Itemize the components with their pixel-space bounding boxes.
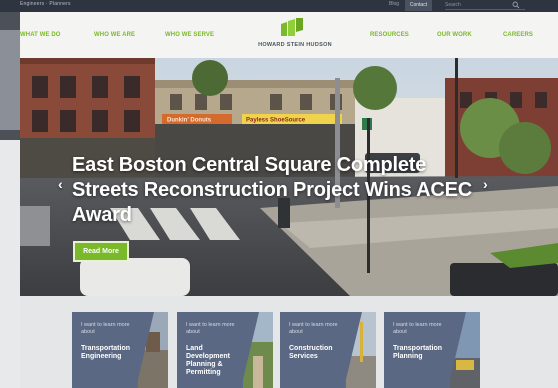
nav-careers[interactable]: CAREERS xyxy=(503,32,533,38)
nav-our-work[interactable]: OUR WORK xyxy=(437,32,472,38)
storefront-sign-dunkin: Dunkin' Donuts xyxy=(167,118,212,124)
service-card-construction-services[interactable]: I want to learn more about Construction … xyxy=(280,312,376,388)
service-card-transportation-planning[interactable]: I want to learn more about Transportatio… xyxy=(384,312,480,388)
nav-who-we-serve[interactable]: WHO WE SERVE xyxy=(165,32,214,38)
hero-carousel: Dunkin' Donuts Payless ShoeSource ‹ › Ea… xyxy=(20,58,558,296)
utility-bar: Engineers · Planners Blog Contact Search xyxy=(0,0,558,12)
tagline: Engineers · Planners xyxy=(20,1,71,7)
service-card-title: Land Development Planning & Permitting xyxy=(186,345,230,376)
blog-link[interactable]: Blog xyxy=(389,1,399,7)
search-icon[interactable] xyxy=(512,1,520,9)
service-card-pre: I want to learn more about xyxy=(81,322,130,335)
nav-who-we-are[interactable]: WHO WE ARE xyxy=(94,32,135,38)
service-card-title: Construction Services xyxy=(289,345,333,360)
page: Engineers · Planners Blog Contact Search… xyxy=(0,0,558,388)
service-card-pre: I want to learn more about xyxy=(289,322,338,335)
logo-text: HOWARD STEIN HUDSON xyxy=(258,42,332,48)
service-card-pre: I want to learn more about xyxy=(393,322,442,335)
services-band: I want to learn more about Transportatio… xyxy=(20,296,558,388)
hero-headline: East Boston Central Square Complete Stre… xyxy=(72,154,473,226)
service-card-transportation-engineering[interactable]: I want to learn more about Transportatio… xyxy=(72,312,168,388)
carousel-prev-arrow[interactable]: ‹ xyxy=(58,176,63,192)
company-logo[interactable]: HOWARD STEIN HUDSON xyxy=(245,18,345,54)
contact-button[interactable]: Contact xyxy=(405,0,432,11)
main-nav: WHAT WE DO WHO WE ARE WHO WE SERVE HOWAR… xyxy=(20,12,558,58)
storefront-sign-payless: Payless ShoeSource xyxy=(246,118,306,124)
service-card-pre: I want to learn more about xyxy=(186,322,235,335)
background-window-panel xyxy=(0,140,20,388)
read-more-button[interactable]: Read More xyxy=(73,241,129,262)
service-card-title: Transportation Engineering xyxy=(81,345,131,360)
service-card-land-development[interactable]: I want to learn more about Land Developm… xyxy=(177,312,273,388)
nav-resources[interactable]: RESOURCES xyxy=(370,32,409,38)
service-card-title: Transportation Planning xyxy=(393,345,443,360)
nav-what-we-do[interactable]: WHAT WE DO xyxy=(20,32,61,38)
background-window-edge xyxy=(0,0,20,388)
logo-mark-icon xyxy=(281,18,303,36)
background-window-strip xyxy=(0,30,20,130)
